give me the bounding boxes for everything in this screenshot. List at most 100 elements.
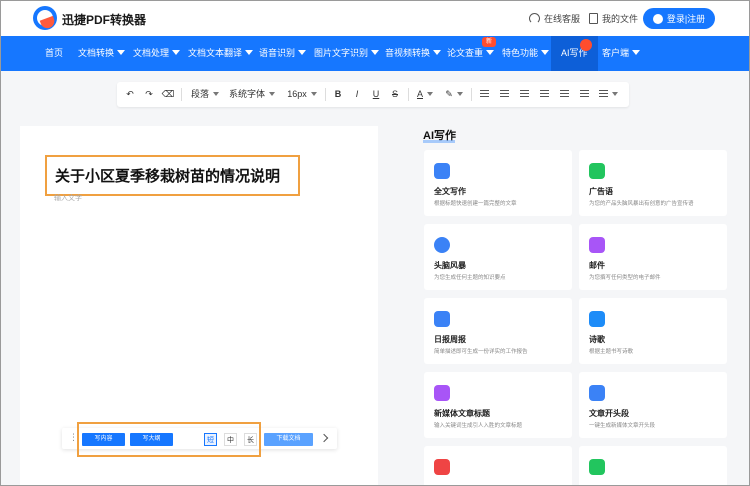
nav-item-features[interactable]: 特色功能 xyxy=(502,36,550,71)
ad-icon xyxy=(589,163,605,179)
outdent-icon[interactable] xyxy=(497,82,511,107)
card-title: 广告语 xyxy=(589,187,613,196)
highlight-frame xyxy=(77,422,261,457)
my-files-link[interactable]: 我的文件 xyxy=(589,12,638,25)
highlighter-icon: ✎ xyxy=(445,89,453,99)
nav-label: 文档文本翻译 xyxy=(188,48,243,58)
my-files-label: 我的文件 xyxy=(602,14,639,24)
font-family-select[interactable]: 系统字体 xyxy=(227,82,277,107)
card-title: 头脑风暴 xyxy=(434,261,466,270)
card-desc: 输入关键词生成引人入胜的文章标题 xyxy=(434,423,523,429)
highlight-color-button[interactable]: ✎ xyxy=(443,82,465,107)
underline-button[interactable]: U xyxy=(369,82,383,107)
nav-item-ocr[interactable]: 图片文字识别 xyxy=(314,36,380,71)
nav-item-home[interactable]: 首页 xyxy=(45,36,63,71)
paragraph-select[interactable]: 段落 xyxy=(187,82,223,107)
nav-item-speech[interactable]: 语音识别 xyxy=(259,36,307,71)
font-color-button[interactable]: A xyxy=(414,82,436,107)
nav-item-av-convert[interactable]: 音视频转换 xyxy=(385,36,442,71)
redo-icon[interactable]: ↷ xyxy=(142,82,156,107)
card-media-title[interactable]: 新媒体文章标题 输入关键词生成引人入胜的文章标题 xyxy=(424,372,572,438)
chevron-down-icon xyxy=(269,92,275,96)
divider xyxy=(181,88,182,101)
card-brainstorm[interactable]: 头脑风暴 为您生成任何主题的知识要点 xyxy=(424,224,572,290)
download-document-button[interactable]: 下载文档 xyxy=(264,433,313,446)
card-more-1[interactable] xyxy=(424,446,572,485)
card-title: 邮件 xyxy=(589,261,605,270)
report-icon xyxy=(434,311,450,327)
chevron-right-icon[interactable] xyxy=(320,431,330,445)
paragraph-label: 段落 xyxy=(190,89,209,99)
chevron-down-icon xyxy=(117,50,126,55)
font-size-select[interactable]: 16px xyxy=(283,82,321,107)
chevron-down-icon xyxy=(310,92,317,96)
align-right-icon[interactable] xyxy=(557,82,571,107)
nav-item-translate[interactable]: 文档文本翻译 xyxy=(188,36,254,71)
chevron-down-icon xyxy=(433,50,442,55)
file-icon xyxy=(589,13,598,24)
nav-label: 客户端 xyxy=(602,48,630,58)
nav-item-doc-process[interactable]: 文档处理 xyxy=(133,36,181,71)
undo-icon[interactable]: ↶ xyxy=(123,82,137,107)
card-slogan[interactable]: 广告语 为您的产品头脑风暴出有创意的广告宣传语 xyxy=(579,150,727,216)
italic-button[interactable]: I xyxy=(350,82,364,107)
chevron-down-icon xyxy=(456,92,463,96)
new-badge: 新 xyxy=(482,37,496,47)
red-icon xyxy=(434,459,450,475)
card-title: 诗歌 xyxy=(589,335,605,344)
login-register-button[interactable]: 登录|注册 xyxy=(643,8,715,29)
card-desc: 根据标题快速创建一篇完整的文章 xyxy=(434,201,517,207)
nav-label: 音视频转换 xyxy=(385,48,431,58)
card-more-2[interactable] xyxy=(579,446,727,485)
chevron-down-icon xyxy=(172,50,181,55)
green-icon xyxy=(589,459,605,475)
edit-icon xyxy=(589,385,605,401)
chevron-down-icon xyxy=(371,50,380,55)
font-label: 系统字体 xyxy=(228,89,265,99)
logo-icon[interactable] xyxy=(33,6,57,30)
card-desc: 简单描述即可生成一份详实的工作报告 xyxy=(434,349,528,355)
card-poem[interactable]: 诗歌 根据主题书写诗歌 xyxy=(579,298,727,364)
format-toolbar: ↶ ↷ ⌫ 段落 系统字体 16px B I U S A ✎ xyxy=(117,82,629,107)
divider xyxy=(408,88,409,101)
card-daily-report[interactable]: 日报周报 简单描述即可生成一份详实的工作报告 xyxy=(424,298,572,364)
nav-label: 论文查重 xyxy=(447,48,484,58)
align-left-icon[interactable] xyxy=(517,82,531,107)
document-title[interactable]: 关于小区夏季移栽树苗的情况说明 xyxy=(45,155,300,196)
line-height-button[interactable] xyxy=(597,82,619,107)
card-article-opening[interactable]: 文章开头段 一键生成新媒体文章开头段 xyxy=(579,372,727,438)
card-full-writing[interactable]: 全文写作 根据标题快速创建一篇完整的文章 xyxy=(424,150,572,216)
headset-icon xyxy=(529,13,540,24)
card-email[interactable]: 邮件 为您撰写任何类型的电子邮件 xyxy=(579,224,727,290)
chevron-down-icon xyxy=(298,50,307,55)
font-size-label: 16px xyxy=(287,89,307,99)
eraser-icon[interactable]: ⌫ xyxy=(161,82,175,107)
notification-dot xyxy=(580,39,592,51)
indent-icon[interactable] xyxy=(477,82,491,107)
divider xyxy=(325,88,326,101)
nav-item-client[interactable]: 客户端 xyxy=(602,36,641,71)
divider xyxy=(471,88,472,101)
brand-name[interactable]: 迅捷PDF转换器 xyxy=(62,11,146,28)
chevron-down-icon xyxy=(427,92,433,96)
lightning-icon xyxy=(434,237,450,253)
card-title: 全文写作 xyxy=(434,187,466,196)
chevron-down-icon xyxy=(632,50,641,55)
main-nav: 首页 文档转换 文档处理 文档文本翻译 语音识别 图片文字识别 音视频转换 论文… xyxy=(1,36,749,71)
nav-label: 语音识别 xyxy=(259,48,296,58)
top-header: 迅捷PDF转换器 在线客服 我的文件 登录|注册 xyxy=(1,1,749,36)
online-service-link[interactable]: 在线客服 xyxy=(529,12,580,25)
card-desc: 为您撰写任何类型的电子邮件 xyxy=(589,275,661,281)
bold-button[interactable]: B xyxy=(331,82,345,107)
card-desc: 为您生成任何主题的知识要点 xyxy=(434,275,506,281)
login-label: 登录|注册 xyxy=(666,14,706,24)
nav-label: 图片文字识别 xyxy=(314,48,369,58)
app-window: 迅捷PDF转换器 在线客服 我的文件 登录|注册 首页 文档转换 文档处理 文档… xyxy=(0,0,750,486)
align-center-icon[interactable] xyxy=(537,82,551,107)
chevron-down-icon xyxy=(486,50,495,55)
strikethrough-button[interactable]: S xyxy=(388,82,402,107)
chevron-down-icon xyxy=(213,92,219,96)
editor-placeholder[interactable]: 输入文字 xyxy=(54,193,82,203)
align-justify-icon[interactable] xyxy=(577,82,591,107)
nav-item-doc-convert[interactable]: 文档转换 xyxy=(78,36,126,71)
